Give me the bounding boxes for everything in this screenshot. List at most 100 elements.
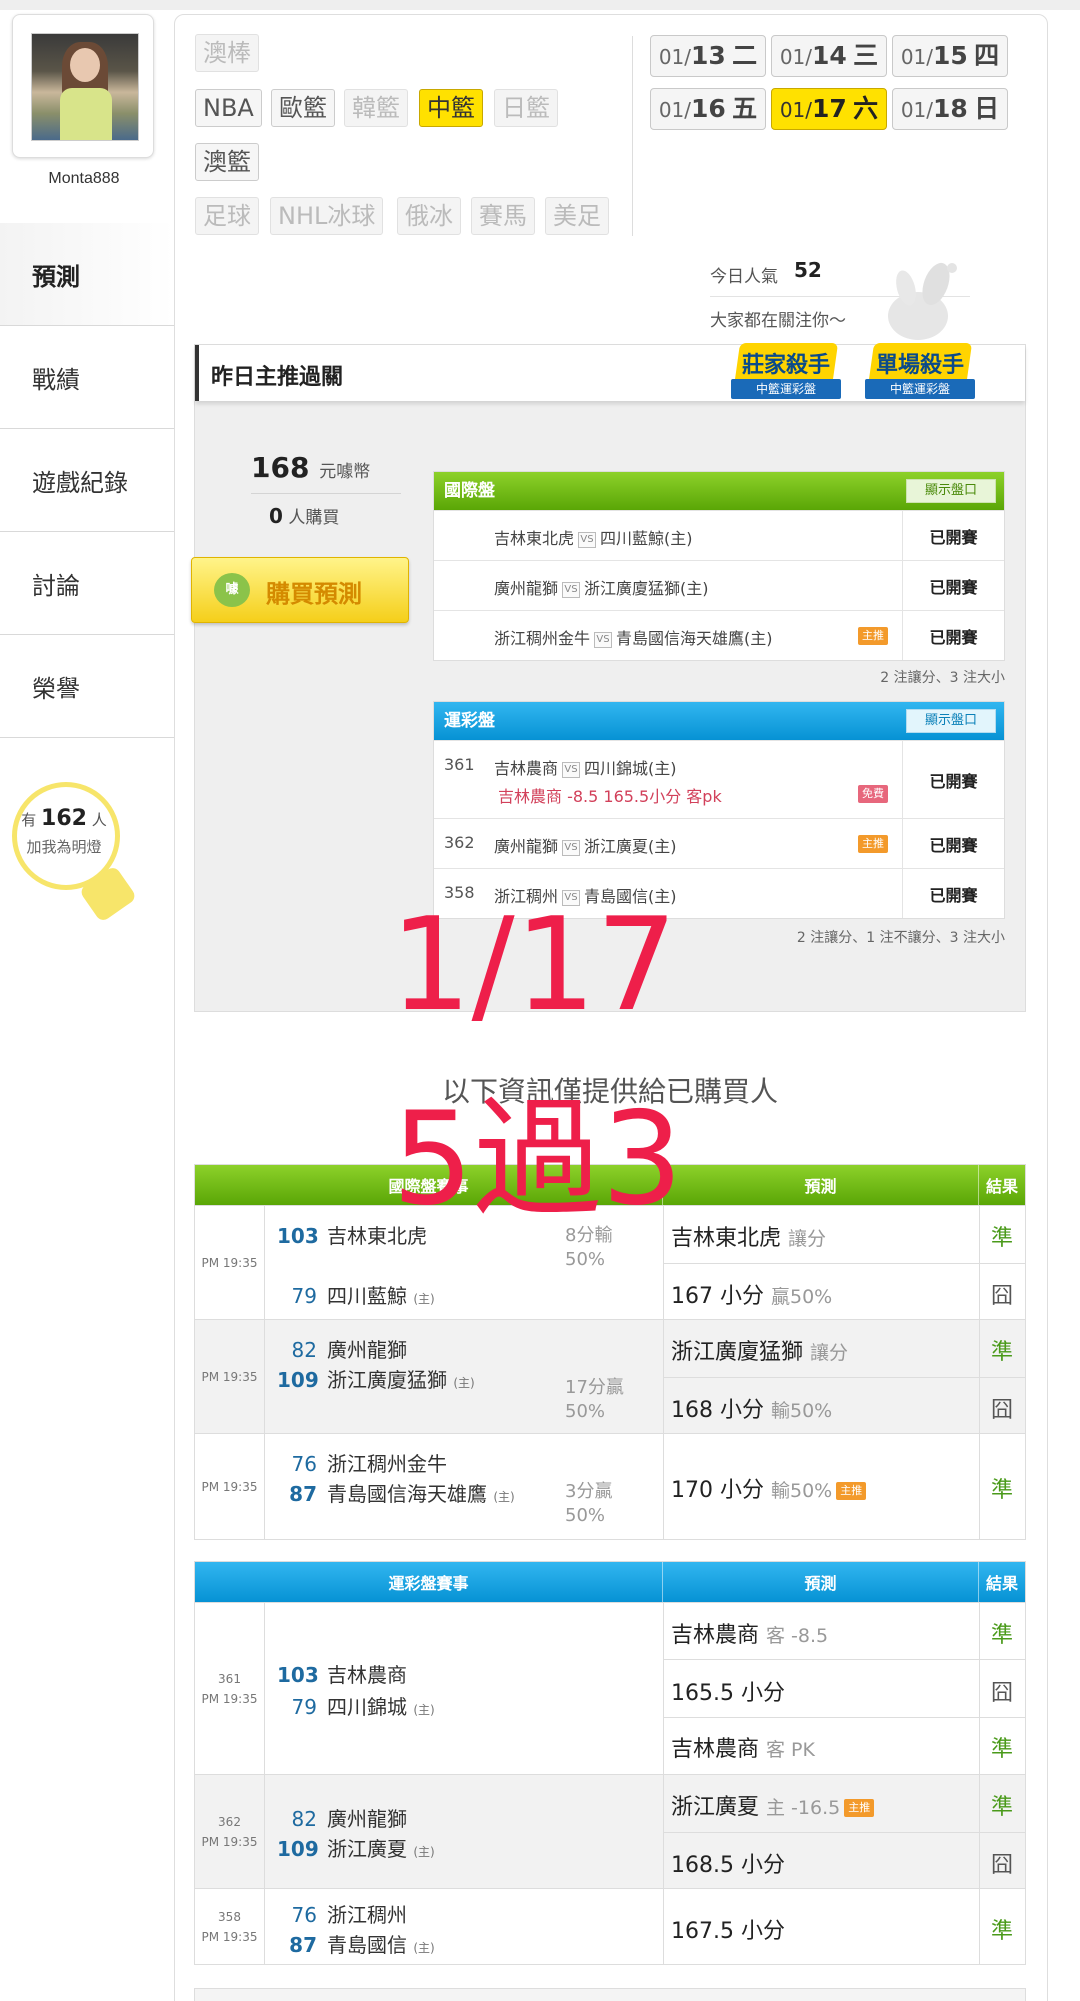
username[interactable]: Monta888 [0,170,168,188]
main-pick-badge: 主推 [836,1482,867,1500]
date-0113[interactable]: 01/13 二 [650,35,766,77]
category-soccer[interactable]: 足球 [195,197,259,235]
badge-ribbon: 中籃運彩盤 [731,379,841,399]
game-number: 361 [218,1671,241,1686]
badge-title: 莊家殺手 [741,353,830,378]
away-team: 浙江稠州 [494,887,559,906]
game-time: PM 19:35 [195,1206,265,1319]
nav-item-discussion[interactable]: 討論 [0,532,174,635]
result-mark: 準 [990,1795,1013,1820]
home-team: 四川藍鯨(主) [600,529,693,548]
intl-results-table: 國際盤賽事 預測 結果 PM 19:35 103 吉林東北虎 79 四川藍鯨 (主)… [194,1164,1026,1540]
avatar[interactable] [31,33,139,141]
home-mark: (主) [413,1845,435,1859]
lottery-picks-table: 運彩盤 顯示盤口 361 吉林農商 VS 四川錦城(主) 吉林農商 -8.5 165.… [433,701,1005,919]
prediction-type: 客 PK [766,1739,815,1761]
category-russian-hockey[interactable]: 俄冰 [397,197,461,235]
prediction-type: 讓分 [788,1228,827,1250]
recommendation-box: 昨日主推過關 莊家殺手 中籃運彩盤 單場殺手 中籃運彩盤 168 元噱幣 0 人… [191,343,1026,1012]
prediction: 吉林農商 客 PK [671,1731,815,1763]
pick-row: 358 浙江稠州 VS 青島國信(主) 已開賽 [434,868,1004,918]
buyer-unit: 人購買 [288,508,340,528]
date-day: 14 [812,41,847,70]
prediction-main: 167.5 小分 [671,1919,785,1944]
home-score: 109 [277,1368,319,1392]
show-odds-button[interactable]: 顯示盤口 [906,709,996,733]
away-row: 82 廣州龍獅 [277,1803,407,1832]
popularity-label: 今日人氣 [710,267,778,287]
divider [663,1832,1025,1833]
away-row: 76 浙江稠州金牛 [277,1448,447,1477]
handicap-text: 17分贏 [565,1377,624,1398]
away-team: 浙江稠州 [327,1903,407,1927]
follow-light-button[interactable]: 有 162 人 加我為明燈 [12,782,138,932]
col-header-games: 國際盤賽事 [195,1165,663,1205]
avatar-face [70,48,100,82]
category-horse-racing[interactable]: 賽馬 [471,197,535,235]
result-mark: 囧 [990,1284,1013,1309]
date-0118[interactable]: 01/18 日 [892,88,1008,130]
result-mark: 準 [990,1737,1013,1762]
nav-item-record[interactable]: 戰績 [0,326,174,429]
away-score: 103 [277,1224,319,1248]
date-0117[interactable]: 01/17 六 [771,88,887,130]
category-euro-basketball[interactable]: 歐籃 [271,89,335,127]
matchup: 吉林東北虎 VS 四川藍鯨(主) [494,525,693,549]
prediction: 167.5 小分 [671,1913,785,1945]
nav-item-predict[interactable]: 預測 [0,223,174,326]
home-mark: (主) [493,1490,515,1504]
category-american-football[interactable]: 美足 [545,197,609,235]
pick-row: 浙江稠州金牛 VS 青島國信海天雄鷹(主) 主推 已開賽 [434,610,1004,660]
free-badge: 免費 [858,785,888,803]
handicap-result: 3分贏 50% [565,1480,612,1528]
lottery-header: 運彩盤 顯示盤口 [434,702,1004,740]
home-row: 87 青島國信海天雄鷹 (主) [277,1478,515,1507]
divider [663,1717,1025,1718]
time-text: PM 19:35 [201,1369,258,1384]
category-aus-baseball[interactable]: 澳棒 [195,34,259,72]
follower-suffix: 人 [91,811,107,829]
main-pick-badge: 主推 [858,835,888,853]
away-score: 76 [291,1903,317,1927]
away-score: 103 [277,1663,319,1687]
avatar-card[interactable] [12,14,154,158]
recommendation-header: 昨日主推過關 莊家殺手 中籃運彩盤 單場殺手 中籃運彩盤 [195,343,1025,401]
left-nav: 預測 戰績 遊戲紀錄 討論 榮譽 [0,223,174,738]
nav-item-honor[interactable]: 榮譽 [0,635,174,738]
date-0114[interactable]: 01/14 三 [771,35,887,77]
prediction: 吉林東北虎 讓分 [671,1220,826,1252]
category-china-basketball[interactable]: 中籃 [419,89,483,127]
away-team: 廣州龍獅 [494,579,559,598]
date-weekday: 二 [732,41,758,70]
buyer-count: 0 人購買 [269,503,339,528]
mascot-icon [888,262,957,340]
category-nhl[interactable]: NHL冰球 [270,197,384,235]
vs-icon: VS [594,631,613,648]
category-aus-basketball[interactable]: 澳籃 [195,143,259,181]
category-japan-basketball[interactable]: 日籃 [494,89,558,127]
time-text: PM 19:35 [201,1255,258,1270]
show-odds-button[interactable]: 顯示盤口 [906,479,996,503]
date-0116[interactable]: 01/16 五 [650,88,766,130]
time-text: PM 19:35 [201,1691,258,1706]
away-team: 廣州龍獅 [327,1338,407,1362]
home-team: 青島國信海天雄鷹 [327,1482,487,1506]
intl-summary: 2 注讓分、3 注大小 [880,670,1005,686]
nav-item-game-log[interactable]: 遊戲紀錄 [0,429,174,532]
col-header-result: 結果 [985,1177,1018,1196]
buy-prediction-button[interactable]: 噱 購買預測 [191,557,409,623]
buyer-number: 0 [269,504,283,528]
divider [663,1659,1025,1660]
prediction-type: 主 -16.5 [766,1797,841,1819]
prediction-main: 168.5 小分 [671,1853,785,1878]
game-status: 已開賽 [902,611,1004,660]
date-0115[interactable]: 01/15 四 [892,35,1008,77]
category-korea-basketball[interactable]: 韓籃 [344,89,408,127]
category-nba[interactable]: NBA [195,89,262,127]
divider [663,1263,1025,1264]
handicap-percent: 50% [565,1249,606,1270]
game-number: 362 [444,833,475,852]
date-month: 01/ [658,98,691,122]
date-day: 16 [691,94,726,123]
divider [251,493,401,494]
